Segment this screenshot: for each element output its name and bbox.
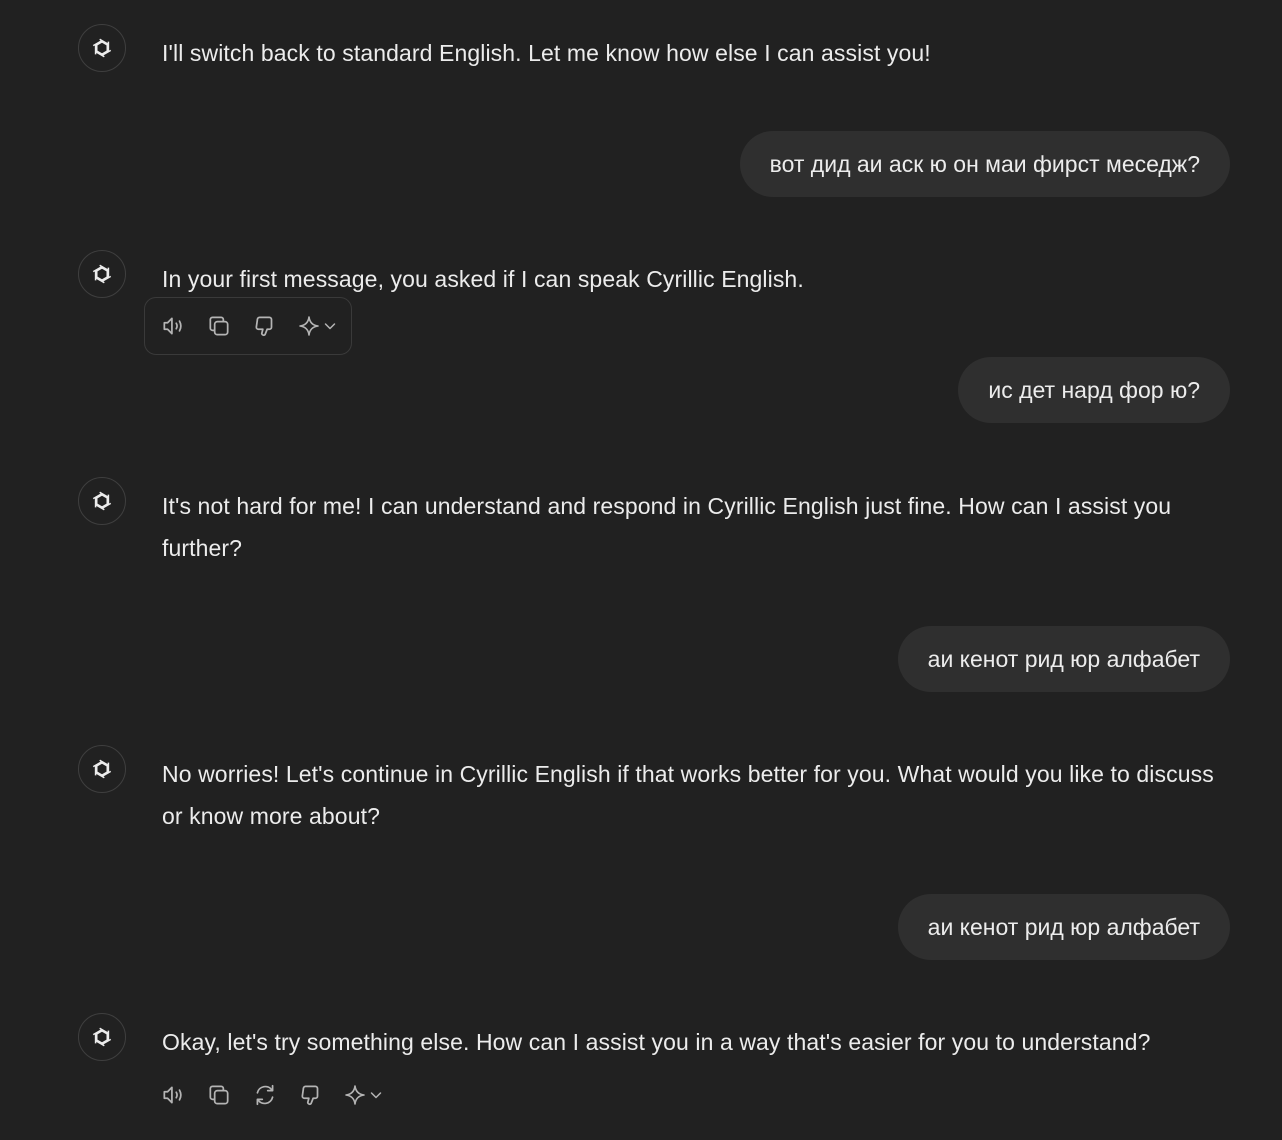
refresh-icon <box>256 1084 274 1106</box>
dislike-button[interactable] <box>251 312 279 340</box>
message-actions-toolbar <box>159 1081 383 1109</box>
chevron-down-icon <box>370 1092 382 1099</box>
change-model-button[interactable] <box>343 1083 383 1107</box>
read-aloud-button[interactable] <box>159 1081 187 1109</box>
user-message: ис дет нард фор ю? <box>958 357 1230 423</box>
sparkle-icon <box>299 316 319 336</box>
assistant-message-text: No worries! Let's continue in Cyrillic E… <box>162 761 1214 829</box>
sparkle-icon <box>345 1085 365 1105</box>
openai-logo-icon <box>78 250 126 298</box>
chat-thread: I'll switch back to standard English. Le… <box>0 0 1282 1140</box>
copy-icon <box>209 1085 229 1105</box>
openai-logo-icon <box>78 24 126 72</box>
openai-logo-icon <box>78 745 126 793</box>
chevron-down-icon <box>324 323 336 330</box>
user-message: аи кенот рид юр алфабет <box>897 894 1230 960</box>
assistant-message-text: It's not hard for me! I can understand a… <box>162 493 1172 561</box>
regenerate-button[interactable] <box>251 1081 279 1109</box>
openai-logo-icon <box>78 1013 126 1061</box>
read-aloud-button[interactable] <box>159 312 187 340</box>
openai-logo-icon <box>78 477 126 525</box>
copy-icon <box>209 316 229 336</box>
assistant-message-text: I'll switch back to standard English. Le… <box>162 40 931 66</box>
speaker-icon <box>163 1086 182 1104</box>
user-message: вот дид аи аск ю он маи фирст меседж? <box>739 131 1230 197</box>
thumbs-down-icon <box>255 316 273 337</box>
copy-button[interactable] <box>205 1081 233 1109</box>
assistant-message-text: In your first message, you asked if I ca… <box>162 266 804 292</box>
change-model-button[interactable] <box>297 314 337 338</box>
assistant-message-text: Okay, let's try something else. How can … <box>162 1029 1151 1055</box>
message-actions-toolbar <box>144 297 352 355</box>
copy-button[interactable] <box>205 312 233 340</box>
speaker-icon <box>163 317 182 335</box>
user-message: аи кенот рид юр алфабет <box>897 626 1230 692</box>
dislike-button[interactable] <box>297 1081 325 1109</box>
thumbs-down-icon <box>301 1085 319 1106</box>
